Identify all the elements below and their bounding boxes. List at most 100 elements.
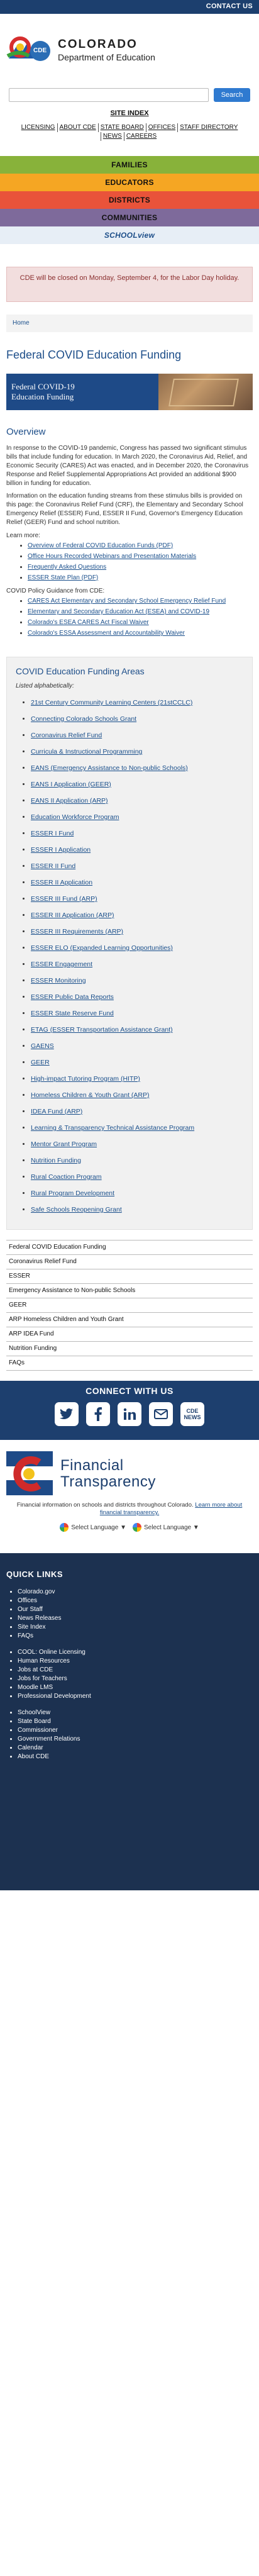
funding-area-link-geer[interactable]: GEER [31, 1059, 50, 1066]
funding-area-link-esser-i-application[interactable]: ESSER I Application [31, 846, 91, 854]
quick-link-jobs-at-cde[interactable]: Jobs at CDE [18, 1666, 53, 1673]
quick-link-government-relations[interactable]: Government Relations [18, 1736, 80, 1742]
utility-link-about[interactable]: ABOUT CDE [57, 123, 98, 132]
section-nav-item-faqs[interactable]: FAQs [6, 1356, 253, 1371]
colorado-flag-icon[interactable] [6, 1449, 53, 1499]
quick-link-human-resources[interactable]: Human Resources [18, 1658, 70, 1664]
tile-communities[interactable]: Communities [0, 209, 259, 226]
funding-area-link-esser-i-fund[interactable]: ESSER I Fund [31, 830, 74, 837]
funding-area-link-rural-coaction-program[interactable]: Rural Coaction Program [31, 1173, 102, 1181]
tile-districts[interactable]: Districts [0, 191, 259, 209]
funding-area-link-mentor-grant-program[interactable]: Mentor Grant Program [31, 1140, 97, 1148]
funding-area-link-rural-program-development[interactable]: Rural Program Development [31, 1190, 114, 1197]
search-button[interactable]: Search [214, 88, 250, 102]
quick-link-commissioner[interactable]: Commissioner [18, 1727, 58, 1734]
learn-link-overview-pdf[interactable]: Overview of Federal COVID Education Fund… [28, 542, 173, 549]
quick-link-jobs-for-teachers[interactable]: Jobs for Teachers [18, 1675, 67, 1682]
funding-area-link-gaens[interactable]: GAENS [31, 1042, 54, 1050]
funding-area-link-esser-iii-application-arp[interactable]: ESSER III Application (ARP) [31, 912, 114, 919]
quick-link-colorado-gov[interactable]: Colorado.gov [18, 1588, 55, 1595]
funding-area-link-education-workforce-program[interactable]: Education Workforce Program [31, 813, 119, 821]
quick-link-offices[interactable]: Offices [18, 1597, 37, 1604]
funding-area-link-idea-fund-arp[interactable]: IDEA Fund (ARP) [31, 1108, 82, 1115]
cde-logo[interactable]: CDE [6, 31, 52, 69]
facebook-icon[interactable] [86, 1402, 110, 1426]
utility-link-licensing[interactable]: LICENSING [19, 123, 57, 132]
cde-news-icon[interactable]: CDE NEWS [180, 1402, 204, 1426]
utility-link-state-board[interactable]: STATE BOARD [97, 123, 146, 132]
funding-area-link-homeless-children-youth-grant-arp[interactable]: Homeless Children & Youth Grant (ARP) [31, 1091, 150, 1099]
utility-link-news[interactable]: NEWS [100, 132, 124, 141]
quick-link-schoolview[interactable]: SchoolView [18, 1709, 50, 1716]
funding-area-link-safe-schools-reopening-grant[interactable]: Safe Schools Reopening Grant [31, 1206, 122, 1213]
ft-description: Financial information on schools and dis… [16, 1502, 194, 1508]
quick-link-calendar[interactable]: Calendar [18, 1744, 43, 1751]
section-nav-item-esser[interactable]: ESSER [6, 1269, 253, 1284]
breadcrumb-home[interactable]: Home [13, 320, 30, 326]
utility-link-offices[interactable]: OFFICES [145, 123, 177, 132]
section-nav-item-coronavirus-relief-fund[interactable]: Coronavirus Relief Fund [6, 1255, 253, 1269]
funding-area-link-esser-iii-requirements-arp[interactable]: ESSER III Requirements (ARP) [31, 928, 123, 935]
section-nav-item-emergency-assistance-to-non-public-schools[interactable]: Emergency Assistance to Non-public Schoo… [6, 1284, 253, 1298]
quick-link-about-cde[interactable]: About CDE [18, 1753, 49, 1760]
funding-area-link-nutrition-funding[interactable]: Nutrition Funding [31, 1157, 81, 1164]
policy-link-assessment-waiver[interactable]: Colorado's ESSA Assessment and Accountab… [28, 630, 185, 637]
funding-area-link-connecting-colorado-schools-grant[interactable]: Connecting Colorado Schools Grant [31, 715, 136, 723]
funding-area-link-eans-ii-application-arp[interactable]: EANS II Application (ARP) [31, 797, 108, 805]
funding-area-link-esser-state-reserve-fund[interactable]: ESSER State Reserve Fund [31, 1010, 114, 1017]
language-select-2[interactable]: Select Language ▼ [133, 1523, 199, 1532]
language-select-1[interactable]: Select Language ▼ [60, 1523, 126, 1532]
funding-area-link-esser-elo-expanded-learning-opportunities[interactable]: ESSER ELO (Expanded Learning Opportuniti… [31, 944, 173, 952]
list-item: 21st Century Community Learning Centers … [31, 698, 243, 707]
list-item: ESSER I Fund [31, 829, 243, 838]
funding-area-link-coronavirus-relief-fund[interactable]: Coronavirus Relief Fund [31, 732, 102, 739]
policy-link-cares[interactable]: CARES Act Elementary and Secondary Schoo… [28, 598, 226, 605]
funding-area-link-esser-ii-fund[interactable]: ESSER II Fund [31, 862, 75, 870]
funding-area-link-curricula-instructional-programming[interactable]: Curricula & Instructional Programming [31, 748, 142, 756]
funding-area-link-21st-century-community-learning-centers-21stcclc[interactable]: 21st Century Community Learning Centers … [31, 699, 192, 706]
site-index-link[interactable]: SITE INDEX [6, 109, 253, 117]
tile-families[interactable]: Families [0, 156, 259, 174]
quick-link-our-staff[interactable]: Our Staff [18, 1606, 43, 1613]
list-item: GEER [31, 1058, 243, 1067]
list-item: ESSER Engagement [31, 960, 243, 969]
policy-link-fiscal-waiver[interactable]: Colorado's ESEA CARES Act Fiscal Waiver [28, 619, 149, 626]
funding-area-link-eans-emergency-assistance-to-non-public-schools[interactable]: EANS (Emergency Assistance to Non-public… [31, 764, 188, 772]
contact-us-link[interactable]: CONTACT US [206, 3, 253, 10]
quick-link-cool-online-licensing[interactable]: COOL: Online Licensing [18, 1649, 85, 1656]
section-nav-item-arp-idea-fund[interactable]: ARP IDEA Fund [6, 1327, 253, 1342]
learn-link-office-hours[interactable]: Office Hours Recorded Webinars and Prese… [28, 553, 196, 560]
funding-area-link-esser-ii-application[interactable]: ESSER II Application [31, 879, 92, 886]
utility-link-careers[interactable]: CAREERS [123, 132, 158, 141]
twitter-icon[interactable] [55, 1402, 79, 1426]
quick-link-state-board[interactable]: State Board [18, 1718, 51, 1725]
quick-link-site-index[interactable]: Site Index [18, 1624, 45, 1631]
quick-link-faqs[interactable]: FAQs [18, 1632, 33, 1639]
utility-link-staff-directory[interactable]: STAFF DIRECTORY [177, 123, 240, 132]
google-icon [133, 1523, 141, 1532]
tile-schoolview[interactable]: SCHOOLview [0, 226, 259, 244]
policy-link-esea[interactable]: Elementary and Secondary Education Act (… [28, 608, 209, 615]
section-nav-item-geer[interactable]: GEER [6, 1298, 253, 1313]
overview-paragraph-1: In response to the COVID-19 pandemic, Co… [6, 445, 249, 487]
section-nav-item-arp-homeless-children-and-youth-grant[interactable]: ARP Homeless Children and Youth Grant [6, 1313, 253, 1327]
quick-link-professional-development[interactable]: Professional Development [18, 1693, 91, 1700]
tile-educators[interactable]: Educators [0, 174, 259, 191]
funding-area-link-etag-esser-transportation-assistance-grant[interactable]: ETAG (ESSER Transportation Assistance Gr… [31, 1026, 173, 1034]
funding-area-link-esser-iii-fund-arp[interactable]: ESSER III Fund (ARP) [31, 895, 97, 903]
section-nav-item-federal-covid-education-funding[interactable]: Federal COVID Education Funding [6, 1241, 253, 1255]
funding-area-link-learning-transparency-technical-assistance-program[interactable]: Learning & Transparency Technical Assist… [31, 1124, 194, 1132]
funding-area-link-high-impact-tutoring-program-hitp[interactable]: High-impact Tutoring Program (HITP) [31, 1075, 140, 1083]
learn-link-state-plan[interactable]: ESSER State Plan (PDF) [28, 574, 98, 581]
funding-area-link-esser-public-data-reports[interactable]: ESSER Public Data Reports [31, 993, 114, 1001]
funding-area-link-eans-i-application-geer[interactable]: EANS I Application (GEER) [31, 781, 111, 788]
funding-area-link-esser-engagement[interactable]: ESSER Engagement [31, 961, 92, 968]
section-nav-item-nutrition-funding[interactable]: Nutrition Funding [6, 1342, 253, 1356]
linkedin-icon[interactable] [118, 1402, 141, 1426]
learn-link-faq[interactable]: Frequently Asked Questions [28, 564, 106, 571]
search-input[interactable] [9, 88, 209, 102]
quick-link-moodle-lms[interactable]: Moodle LMS [18, 1684, 53, 1691]
funding-area-link-esser-monitoring[interactable]: ESSER Monitoring [31, 977, 86, 984]
quick-link-news-releases[interactable]: News Releases [18, 1615, 61, 1622]
email-icon[interactable] [149, 1402, 173, 1426]
